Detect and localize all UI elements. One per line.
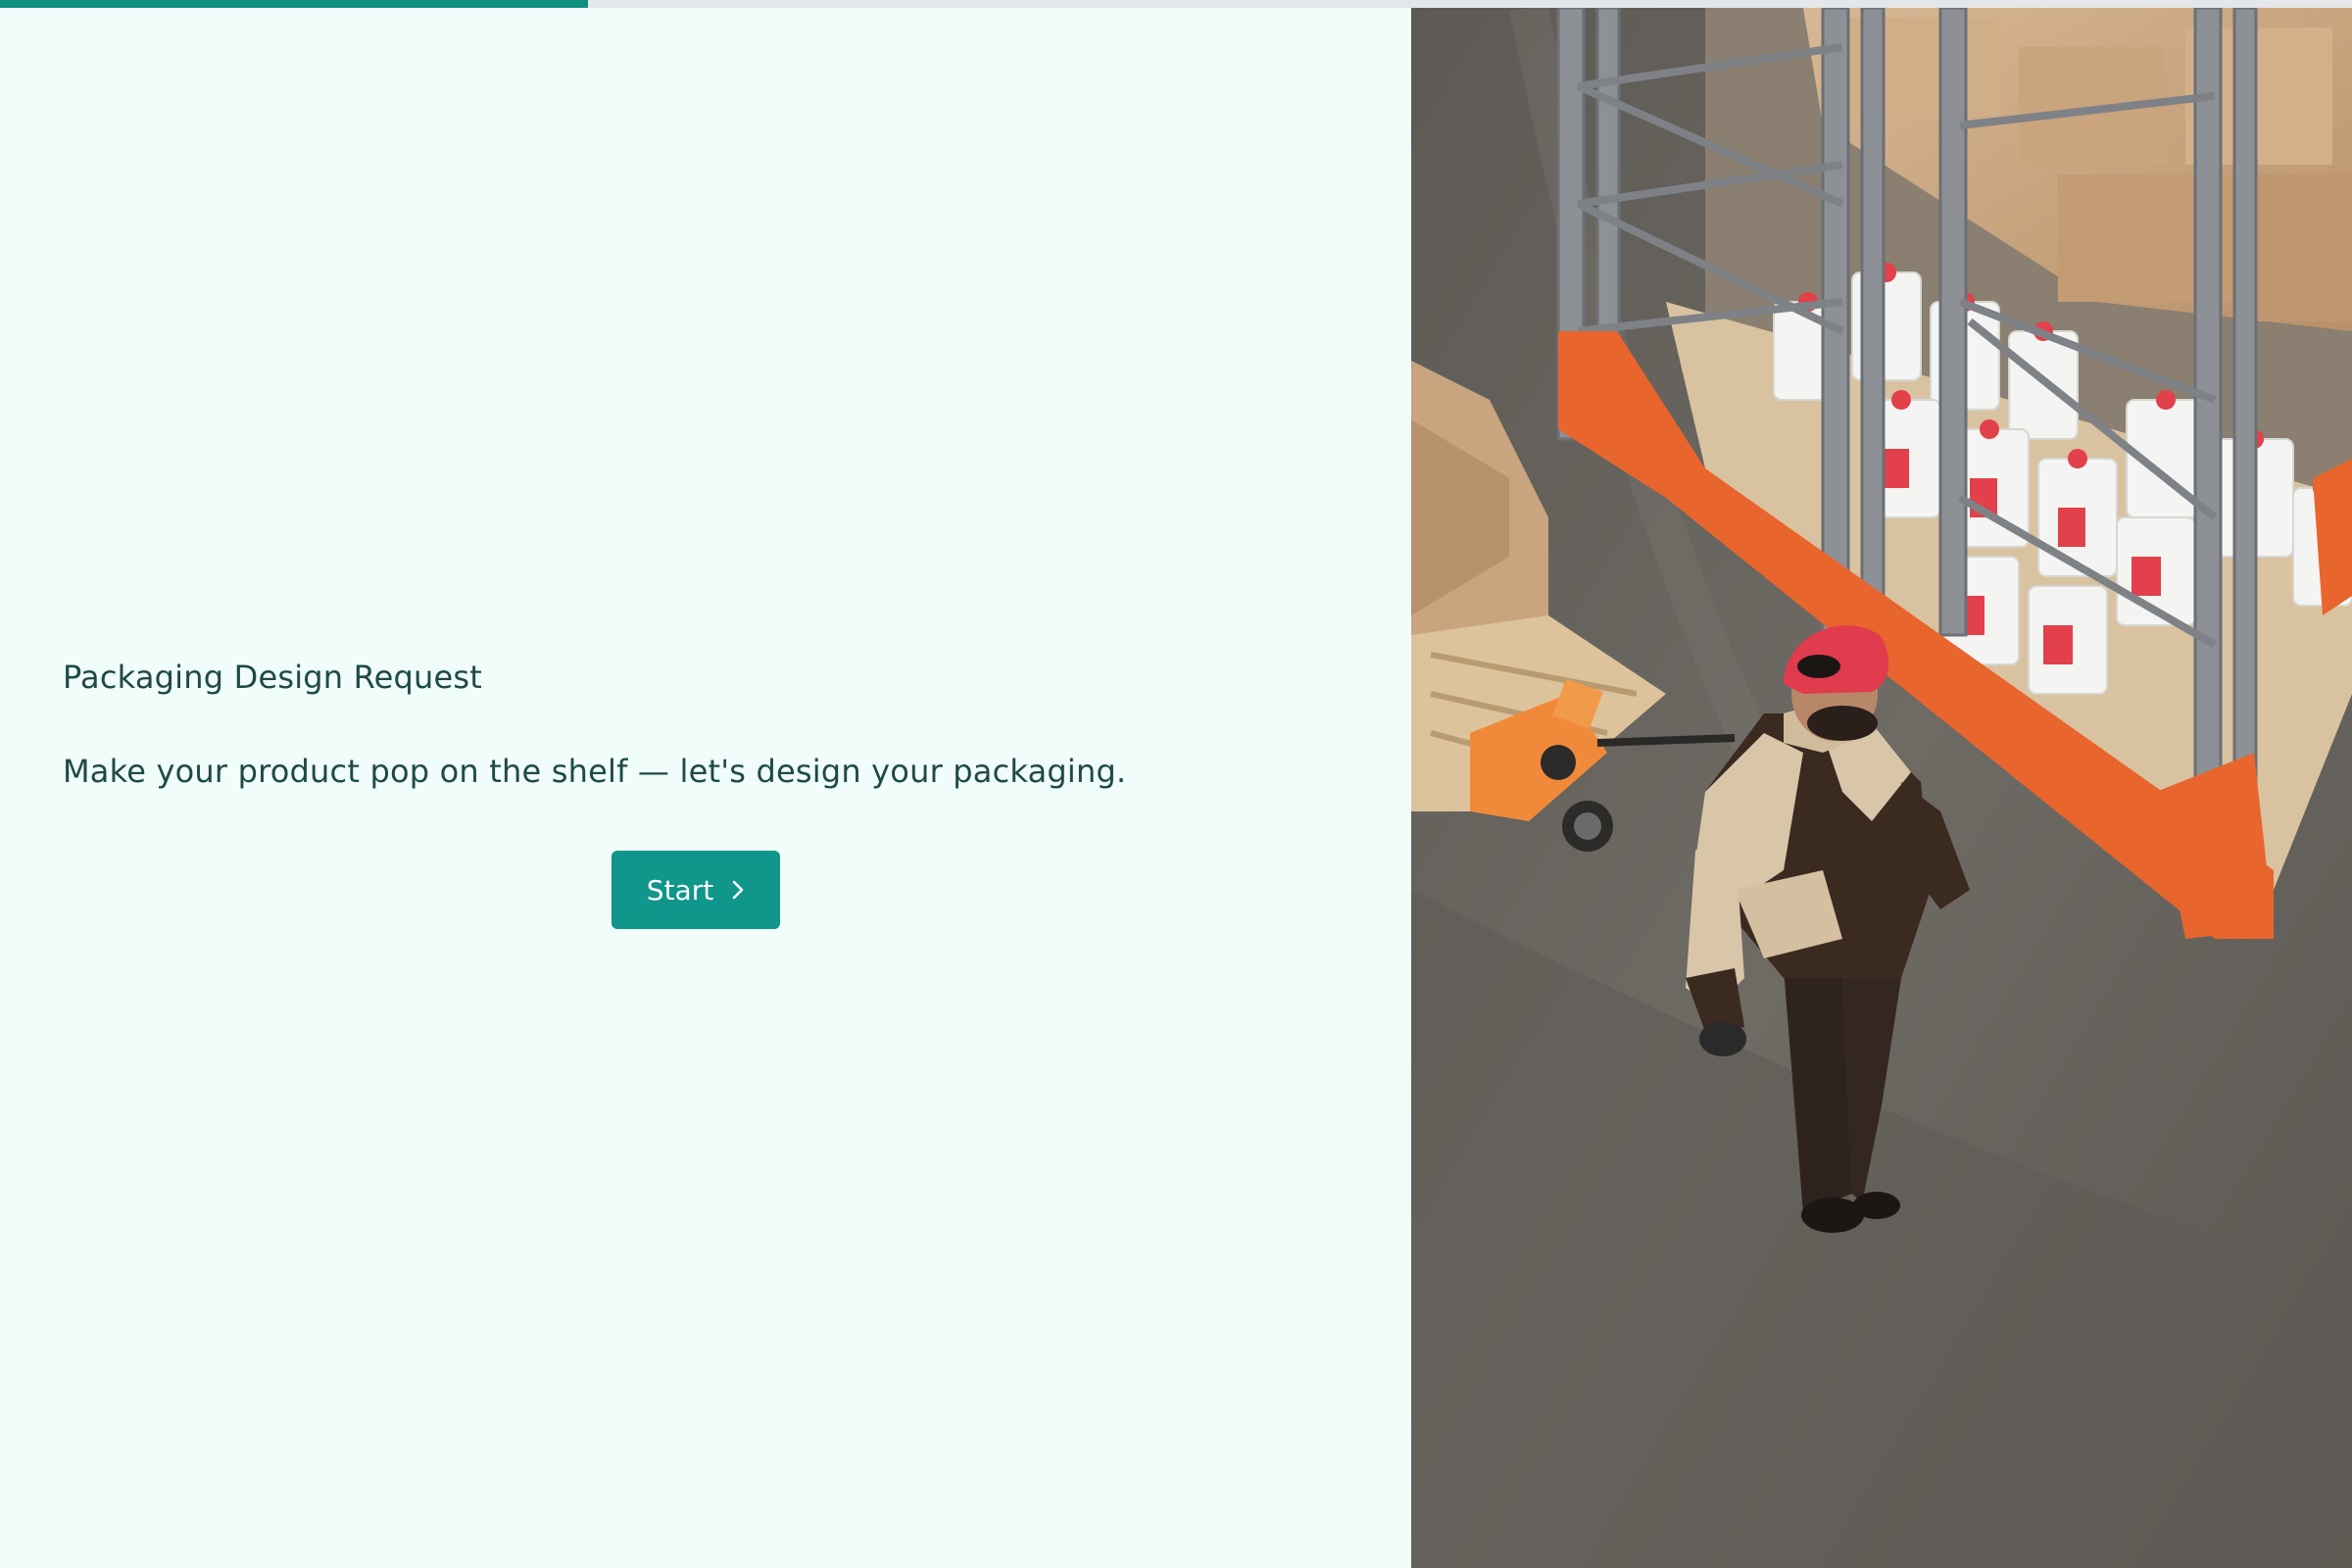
progress-bar bbox=[0, 0, 2352, 8]
start-button[interactable]: Start bbox=[612, 851, 780, 929]
welcome-panel: Packaging Design Request Make your produ… bbox=[0, 8, 1411, 1568]
form-description: Make your product pop on the shelf — let… bbox=[63, 753, 1127, 790]
warehouse-worker-photo bbox=[1411, 8, 2352, 1568]
start-button-label: Start bbox=[646, 873, 714, 906]
chevron-right-icon bbox=[731, 879, 745, 901]
form-title: Packaging Design Request bbox=[63, 659, 483, 696]
progress-bar-fill bbox=[0, 0, 588, 8]
hero-image bbox=[1411, 8, 2352, 1568]
